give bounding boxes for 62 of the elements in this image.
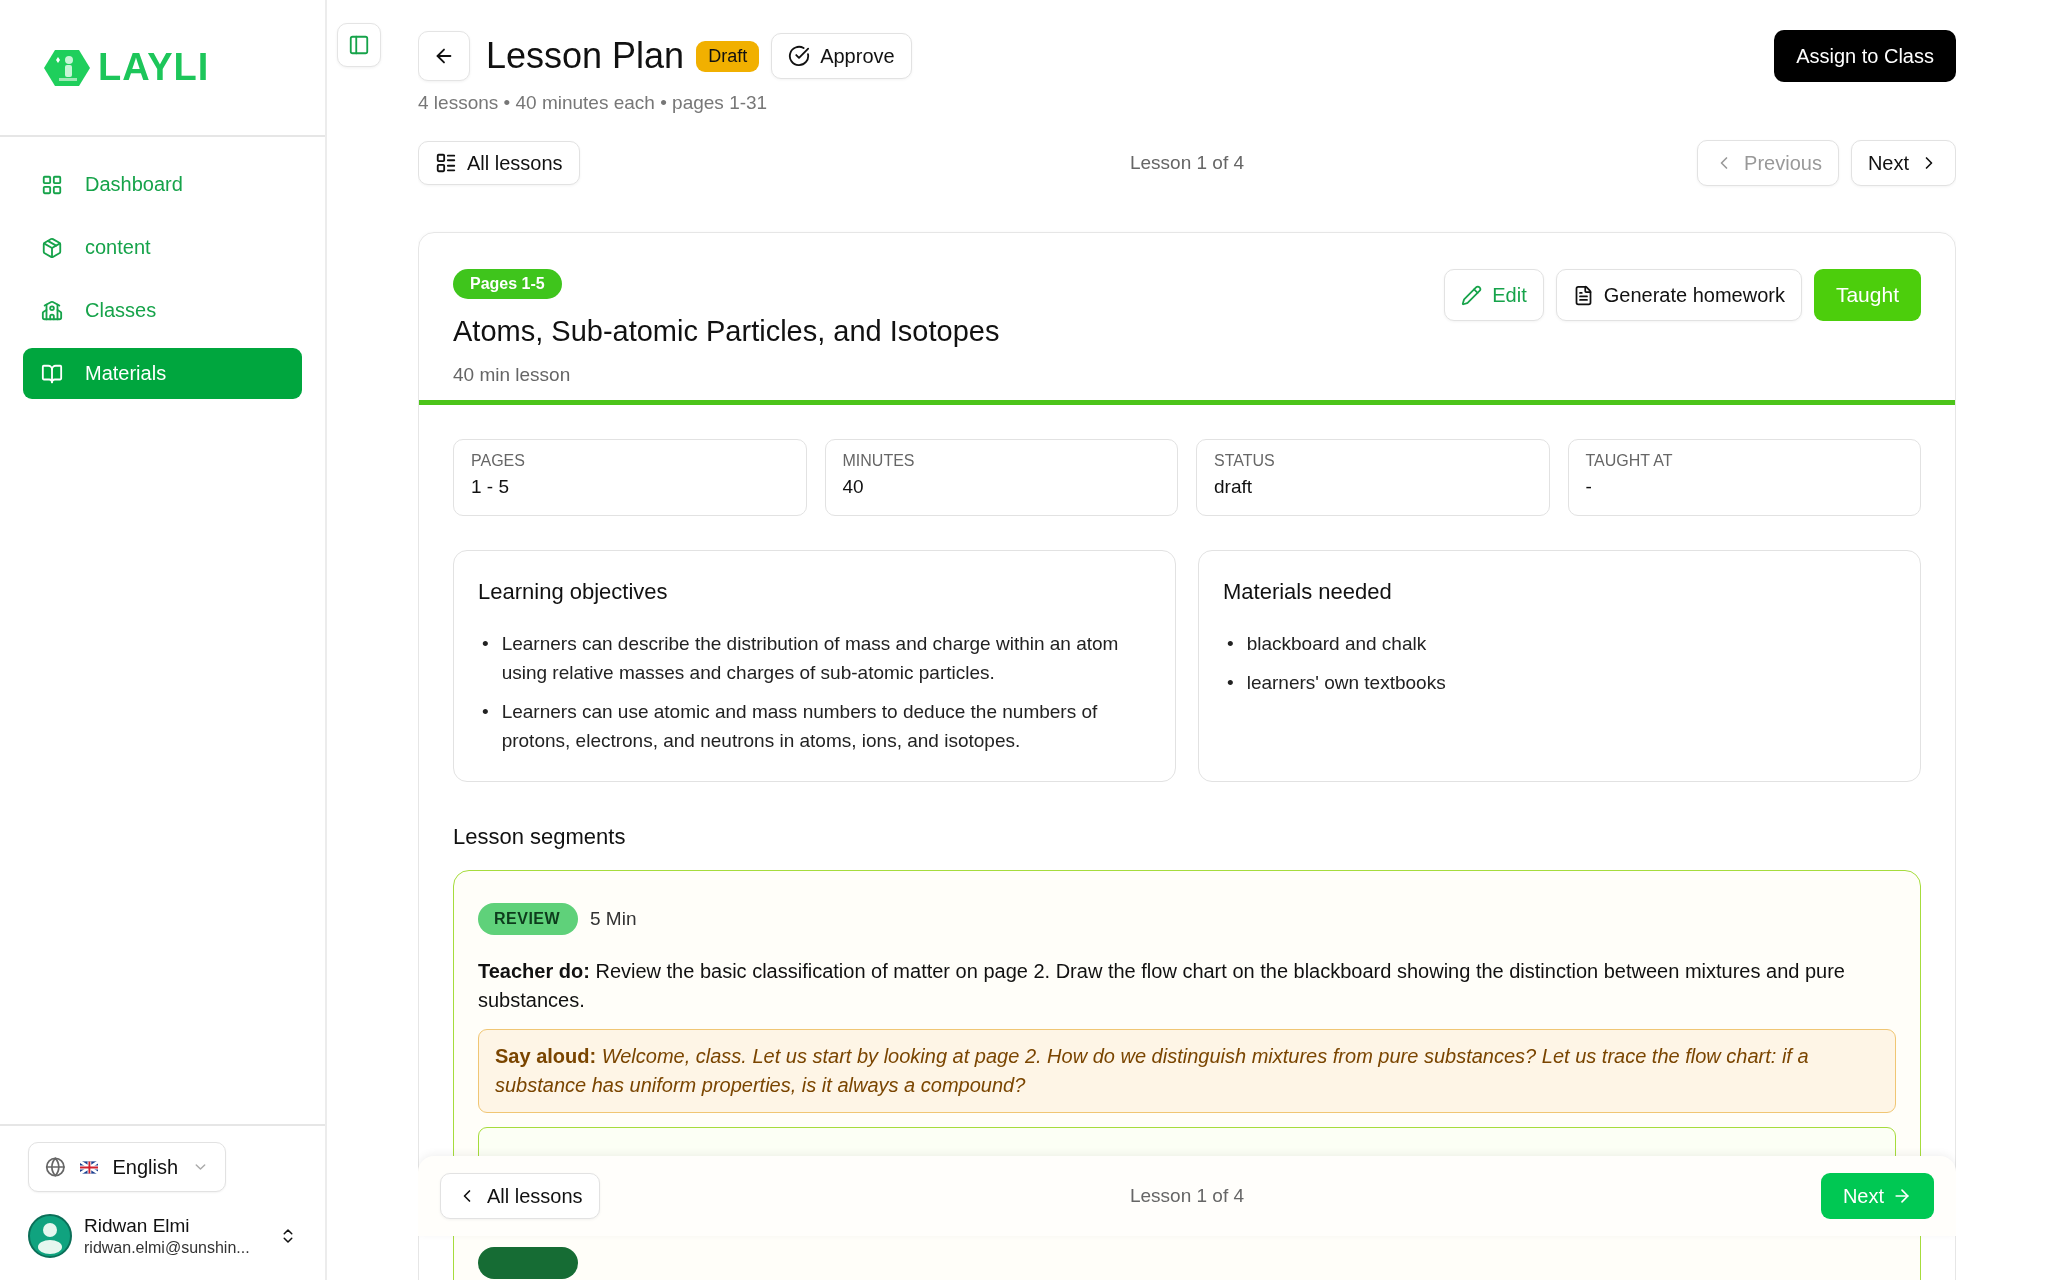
check-circle-icon: [788, 45, 811, 67]
lesson-title: Atoms, Sub-atomic Particles, and Isotopes: [453, 315, 1000, 348]
list-icon: [435, 152, 457, 174]
stat-label: STATUS: [1214, 452, 1276, 470]
stat-label: TAUGHT AT: [1585, 452, 1674, 470]
list-item: Learners can use atomic and mass numbers to deduce the numbers of protons, electrons, and neutrons in atoms, ions, and isotopes.: [501, 700, 1099, 753]
stat-value: -: [1585, 476, 1593, 498]
status-badge: Draft: [696, 40, 760, 72]
sidebar-toggle-button[interactable]: [337, 23, 381, 67]
globe-icon: [45, 1156, 66, 1178]
box-icon: [41, 236, 63, 259]
stat-value: draft: [1214, 476, 1254, 498]
next-button[interactable]: Next: [1820, 1173, 1934, 1219]
logo-text: LAYLI: [98, 46, 210, 89]
say-aloud-box: Say aloud: Welcome, class. Let us start by looking at page 2. How do we distinguish mixtures from pure substances? Let us trace the flow chart: if a substance has uniform properties, is it always a compound?: [478, 1029, 1896, 1113]
teacher-instruction: Teacher do: Review the basic classification of matter on page 2. Draw the flow chart on the blackboard showing the distinction between mixtures and pure substances.: [478, 959, 1846, 1013]
back-button[interactable]: [418, 31, 470, 81]
plan-summary: 4 lessons • 40 minutes each • pages 1-31: [418, 92, 769, 114]
logo-icon: [44, 47, 90, 88]
user-email: ridwan.elmi@sunshin...: [84, 1239, 251, 1257]
user-name: Ridwan Elmi: [84, 1215, 191, 1237]
segment-duration: 5 Min: [590, 908, 637, 930]
list-item: Learners can describe the distribution of mass and charge within an atom using relative masses and charges of sub-atomic particles.: [501, 632, 1120, 685]
segment-badge: REVIEW: [478, 903, 578, 935]
nav-item[interactable]: Materials: [23, 348, 302, 399]
bullet: •: [1227, 671, 1234, 695]
lesson-position: Lesson 1 of 4: [1129, 152, 1245, 174]
panel-icon: [348, 34, 370, 56]
school-icon: [41, 299, 63, 322]
edit-button[interactable]: Edit: [1444, 269, 1544, 321]
section-title: Lesson segments: [453, 824, 627, 850]
bullet: •: [1227, 632, 1234, 656]
assign-button[interactable]: Assign to Class: [1774, 30, 1956, 82]
bullet: •: [482, 632, 489, 656]
pages-badge: Pages 1-5: [453, 269, 562, 299]
approve-button[interactable]: Approve: [771, 33, 912, 79]
taught-button[interactable]: Taught: [1813, 269, 1921, 321]
grid-icon: [41, 173, 63, 196]
generate-homework-button[interactable]: Generate homework: [1555, 269, 1802, 321]
nav-item[interactable]: Classes: [23, 285, 302, 336]
stat-value: 40: [842, 476, 865, 498]
pencil-icon: [1461, 284, 1483, 306]
list-item: learners' own textbooks: [1246, 671, 1446, 695]
all-lessons-button[interactable]: All lessons: [440, 1173, 600, 1219]
flag-icon: [79, 1160, 99, 1174]
panel-title: Materials needed: [1223, 579, 1393, 605]
all-lessons-button[interactable]: All lessons: [418, 141, 580, 185]
panel-title: Learning objectives: [478, 579, 669, 605]
stat-label: MINUTES: [842, 452, 916, 470]
lesson-duration: 40 min lesson: [453, 364, 571, 386]
stat-value: 1 - 5: [471, 476, 511, 498]
page-title: Lesson Plan: [486, 35, 685, 77]
book-icon: [41, 362, 63, 385]
nav-item[interactable]: Dashboard: [23, 159, 302, 210]
stat-label: PAGES: [471, 452, 526, 470]
language-select[interactable]: English: [28, 1142, 226, 1192]
next-button[interactable]: Next: [1850, 140, 1956, 186]
bullet: •: [482, 700, 489, 724]
avatar-icon: [28, 1214, 72, 1258]
list-item: blackboard and chalk: [1246, 632, 1427, 656]
nav-item[interactable]: content: [23, 222, 302, 273]
lesson-position: Lesson 1 of 4: [1129, 1185, 1245, 1207]
